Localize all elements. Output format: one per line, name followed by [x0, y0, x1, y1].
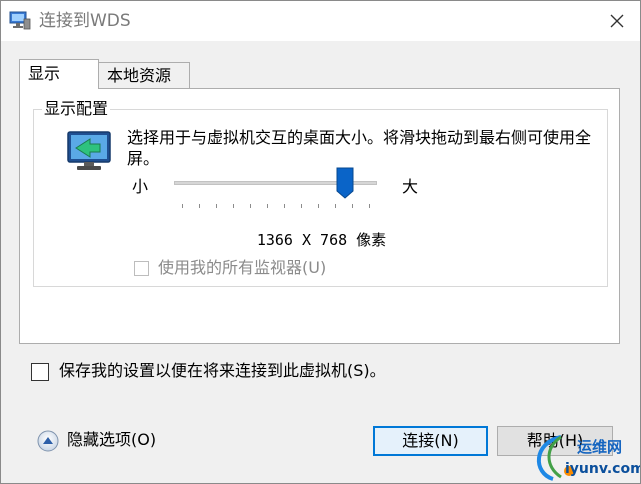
all-monitors-label: 使用我的所有监视器(U) — [158, 258, 327, 277]
monitor-icon — [67, 131, 111, 170]
collapse-options-icon[interactable] — [37, 430, 59, 452]
tab-display[interactable]: 显示 — [19, 59, 99, 89]
slider-tick — [301, 204, 302, 208]
display-description: 选择用于与虚拟机交互的桌面大小。将滑块拖动到最右侧可使用全屏。 — [127, 128, 592, 168]
display-config-group: 显示配置 选择用于与虚拟机交互的桌面大小。将滑块拖动到最右侧可使用全屏。 小 大… — [33, 98, 608, 287]
all-monitors-checkbox[interactable] — [134, 261, 149, 276]
slider-large-label: 大 — [402, 177, 419, 196]
dialog-window: 连接到WDS 显示 本地资源 显示配置 选择用于与虚拟机交互的桌面大小。将滑块拖… — [0, 0, 641, 484]
slider-tick — [250, 204, 251, 208]
help-button[interactable]: 帮助(H) — [497, 426, 613, 456]
resolution-readout: 1366 X 768 像素 — [256, 231, 387, 249]
close-button[interactable] — [594, 1, 640, 41]
window-title: 连接到WDS — [39, 11, 131, 31]
slider-small-label: 小 — [132, 177, 149, 196]
save-settings-checkbox[interactable] — [31, 363, 49, 381]
save-settings-label: 保存我的设置以便在将来连接到此虚拟机(S)。 — [59, 361, 386, 380]
slider-tick — [267, 204, 268, 208]
resolution-slider-thumb[interactable] — [336, 167, 354, 199]
slider-tick — [284, 204, 285, 208]
slider-tick — [352, 204, 353, 208]
slider-tick — [335, 204, 336, 208]
hide-options-link[interactable]: 隐藏选项(O) — [67, 429, 156, 451]
slider-tick — [369, 204, 370, 208]
slider-tick — [318, 204, 319, 208]
slider-tick — [216, 204, 217, 208]
group-label: 显示配置 — [42, 98, 111, 120]
tab-local-resources[interactable]: 本地资源 — [98, 62, 190, 88]
slider-tick — [199, 204, 200, 208]
display-tab-panel: 显示配置 选择用于与虚拟机交互的桌面大小。将滑块拖动到最右侧可使用全屏。 小 大… — [19, 88, 620, 344]
title-bar: 连接到WDS — [1, 1, 640, 41]
watermark-text-url: iyunv.com — [565, 461, 641, 477]
remote-desktop-icon — [9, 11, 31, 30]
slider-tick — [182, 204, 183, 208]
connect-button[interactable]: 连接(N) — [373, 426, 488, 456]
slider-tick — [233, 204, 234, 208]
close-icon — [610, 14, 624, 28]
